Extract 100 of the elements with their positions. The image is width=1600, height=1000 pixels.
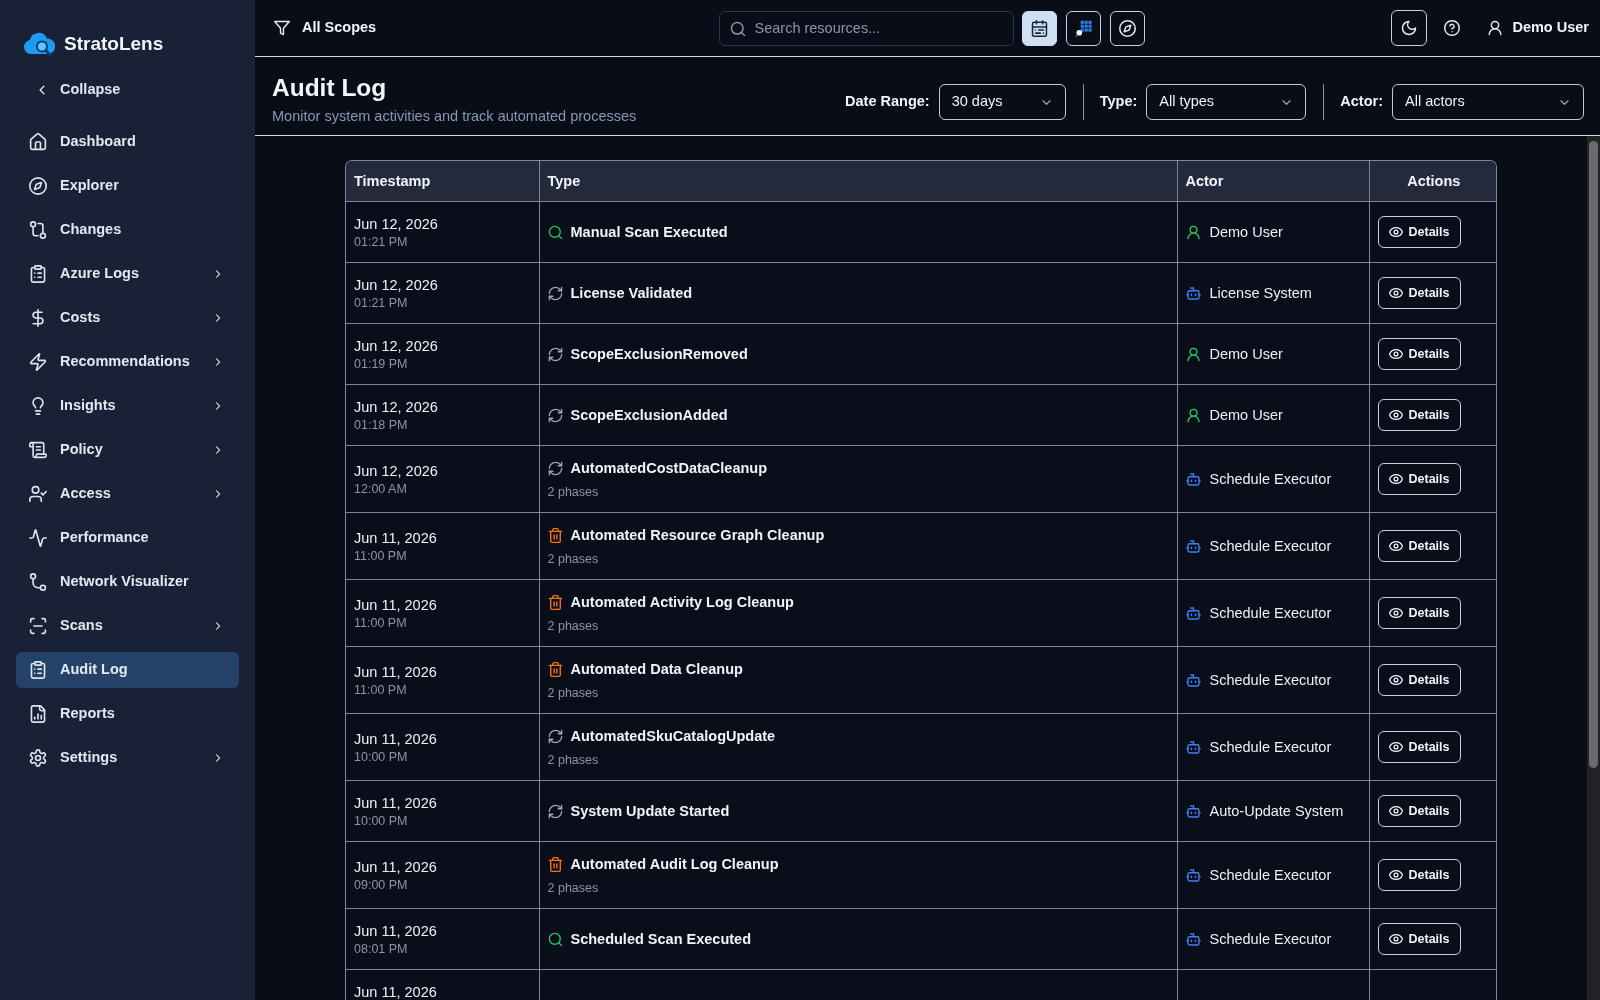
timestamp-date: Jun 12, 2026 (354, 276, 439, 295)
nav-item[interactable]: Insights (16, 388, 239, 424)
details-button[interactable]: Details (1377, 277, 1461, 309)
nav-item[interactable]: Network Visualizer (16, 564, 239, 600)
calendar-button[interactable] (1021, 10, 1057, 46)
event-type: AutomatedCostDataCleanup (570, 459, 768, 478)
timestamp-date: Jun 11, 2026 (354, 983, 438, 1000)
eye-icon (1388, 408, 1403, 422)
event-type: Automated Activity Log Cleanup (570, 593, 794, 612)
nav-item[interactable]: Policy (16, 432, 239, 468)
nav-item[interactable]: Recommendations (16, 344, 239, 380)
timestamp-time: 11:00 PM (354, 615, 408, 631)
actor-name: Schedule Executor (1209, 930, 1332, 949)
timestamp-date: Jun 11, 2026 (354, 858, 438, 877)
actor-name: Schedule Executor (1209, 537, 1332, 556)
nav-item[interactable]: Costs (16, 300, 239, 336)
refresh-icon (547, 460, 563, 476)
column-header: Actor (1177, 161, 1369, 202)
details-button[interactable]: Details (1377, 530, 1461, 562)
timestamp-time: 12:00 AM (354, 481, 408, 497)
nav-item[interactable]: Performance (16, 520, 239, 556)
actor-name: Schedule Executor (1209, 738, 1332, 757)
refresh-icon (547, 407, 563, 423)
details-button[interactable]: Details (1377, 597, 1461, 629)
timestamp-date: Jun 11, 2026 (354, 596, 438, 615)
details-button[interactable]: Details (1377, 731, 1461, 763)
timestamp-date: Jun 12, 2026 (354, 462, 439, 481)
eye-icon (1388, 472, 1403, 486)
help-icon (1444, 20, 1461, 36)
details-button[interactable]: Details (1377, 463, 1461, 495)
timestamp-time: 10:00 PM (354, 813, 409, 829)
actor-name: Auto-Update System (1209, 802, 1344, 821)
trash-icon (547, 856, 563, 872)
details-button[interactable]: Details (1377, 399, 1461, 431)
robot-icon (1185, 605, 1201, 621)
details-button[interactable]: Details (1377, 664, 1461, 696)
help-button[interactable] (1442, 18, 1463, 38)
grid-view-button[interactable] (1065, 10, 1101, 46)
event-type: System Update Started (570, 802, 730, 821)
user-icon (1185, 407, 1201, 423)
event-type: Automated Data Cleanup (570, 660, 743, 679)
nav-item[interactable]: Azure Logs (16, 256, 239, 292)
search-icon (547, 224, 563, 240)
page-subtitle: Monitor system activities and track automated processes (272, 107, 637, 125)
home-icon (29, 133, 47, 151)
nav-item[interactable]: Audit Log (16, 652, 239, 688)
filter-select[interactable]: All actors (1392, 84, 1584, 120)
eye-icon (1388, 868, 1403, 882)
details-button[interactable]: Details (1377, 923, 1461, 955)
eye-icon (1388, 286, 1403, 300)
nav-item[interactable]: Explorer (16, 168, 239, 204)
column-header: Type (539, 161, 1177, 202)
eye-icon (1388, 606, 1403, 620)
scrollbar-thumb[interactable] (1589, 141, 1598, 768)
phase-count: 2 phases (547, 484, 600, 500)
actor-name: Demo User (1209, 406, 1283, 425)
nav-item[interactable]: Scans (16, 608, 239, 644)
scroll-icon (29, 441, 47, 459)
filter-label: Date Range: (845, 92, 930, 112)
explore-button[interactable] (1109, 10, 1145, 46)
collapse-button[interactable]: Collapse (16, 72, 121, 108)
robot-icon (1185, 471, 1201, 487)
actor-name: Schedule Executor (1209, 671, 1332, 690)
search-icon (729, 20, 746, 37)
eye-icon (1388, 740, 1403, 754)
event-type: Manual Scan Executed (570, 223, 728, 242)
column-header: Timestamp (346, 161, 539, 202)
timestamp-date: Jun 11, 2026 (354, 730, 438, 749)
details-button[interactable]: Details (1377, 216, 1461, 248)
filter-select[interactable]: 30 days (938, 84, 1066, 120)
actor-name: License System (1209, 284, 1312, 303)
page-title: Audit Log (272, 73, 388, 103)
event-type: AutomatedSkuCatalogUpdate (570, 727, 776, 746)
user-icon (1185, 224, 1201, 240)
search-field[interactable]: Search resources... (718, 10, 1014, 46)
actor-name: Demo User (1209, 223, 1283, 242)
nav-item[interactable]: Dashboard (16, 124, 239, 160)
actor-name: Schedule Executor (1209, 604, 1332, 623)
nav-item[interactable]: Reports (16, 696, 239, 732)
robot-icon (1185, 538, 1201, 554)
nav-item[interactable]: Changes (16, 212, 239, 248)
event-type: Automated Audit Log Cleanup (570, 855, 779, 874)
robot-icon (1185, 931, 1201, 947)
grid-icon (1074, 19, 1092, 37)
theme-toggle-button[interactable] (1391, 10, 1428, 46)
details-button[interactable]: Details (1377, 338, 1461, 370)
nav-item[interactable]: Access (16, 476, 239, 512)
dollar-icon (29, 309, 47, 327)
eye-icon (1388, 539, 1403, 553)
nav-item[interactable]: Settings (16, 740, 239, 776)
details-button[interactable]: Details (1377, 795, 1461, 827)
details-button[interactable]: Details (1377, 859, 1461, 891)
scope-filter-button[interactable]: All Scopes (274, 17, 377, 39)
filter-select[interactable]: All types (1146, 84, 1307, 120)
user-icon (1185, 346, 1201, 362)
phase-count: 2 phases (547, 618, 600, 634)
refresh-icon (547, 285, 563, 301)
phase-count: 2 phases (547, 551, 600, 567)
column-header: Actions (1369, 161, 1496, 202)
user-menu-button[interactable]: Demo User (1487, 17, 1589, 39)
